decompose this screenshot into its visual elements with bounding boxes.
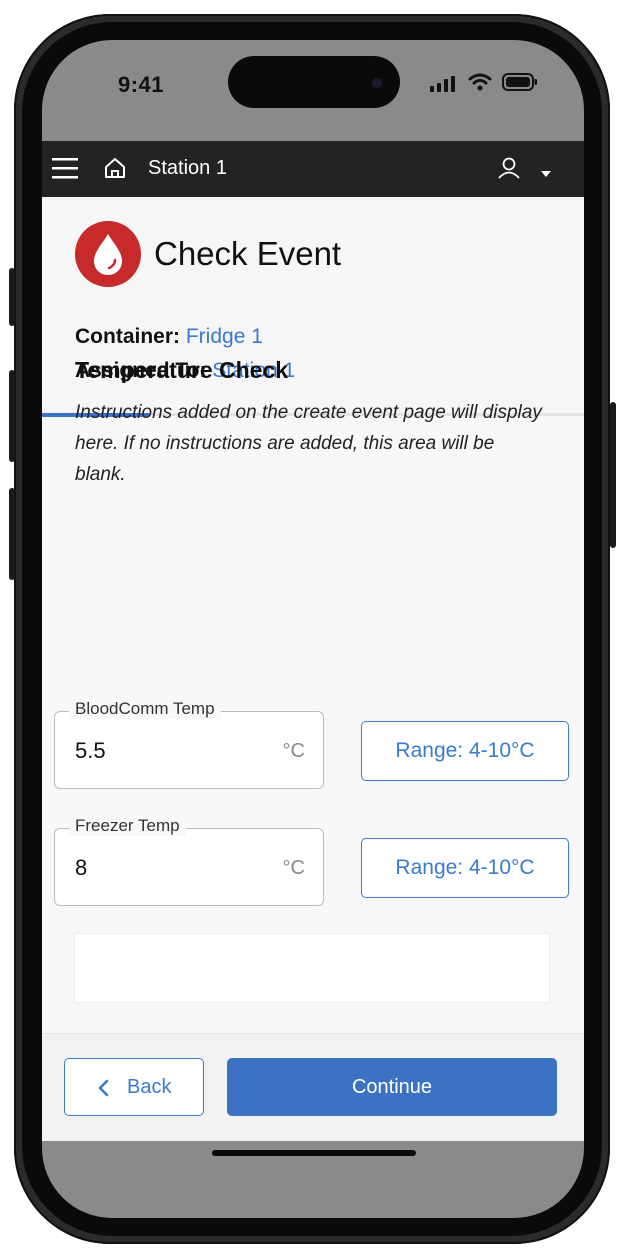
content-area: Check Event Container: Fridge 1 Assigned… [42, 197, 584, 1141]
field-label: Freezer Temp [69, 816, 186, 836]
section-title: Temperature Check [75, 357, 289, 383]
back-button[interactable]: Back [64, 1058, 204, 1116]
continue-button[interactable]: Continue [227, 1058, 557, 1116]
field-unit: °C [282, 857, 305, 879]
back-label: Back [127, 1076, 172, 1098]
container-link[interactable]: Fridge 1 [186, 325, 263, 348]
field-value[interactable]: 8 [75, 855, 87, 881]
caret-down-icon[interactable] [540, 165, 552, 183]
wifi-icon [468, 73, 492, 96]
camera-dot [372, 78, 382, 88]
volume-up-button [9, 370, 15, 462]
status-time: 9:41 [118, 72, 165, 97]
blank-instructions-area [74, 933, 550, 1003]
instructions-text: Instructions added on the create event p… [75, 402, 542, 485]
freezer-temp-field[interactable]: Freezer Temp 8 °C [54, 816, 324, 906]
footer-actions: Back Continue [42, 1033, 584, 1141]
container-row: Container: Fridge 1 [75, 325, 263, 349]
blood-drop-icon [75, 221, 141, 287]
bloodcomm-temp-field[interactable]: BloodComm Temp 5.5 °C [54, 699, 324, 789]
station-title: Station 1 [148, 157, 227, 179]
field-value[interactable]: 5.5 [75, 738, 106, 764]
home-icon[interactable] [104, 157, 126, 184]
user-icon[interactable] [498, 157, 520, 184]
mute-switch [9, 268, 15, 326]
volume-down-button [9, 488, 15, 580]
hamburger-menu-icon[interactable] [52, 157, 78, 184]
field-unit: °C [282, 740, 305, 762]
page-title: Check Event [154, 235, 342, 272]
range-button[interactable]: Range: 4-10°C [361, 721, 569, 781]
power-button [610, 402, 616, 548]
battery-icon [502, 73, 538, 96]
field-label: BloodComm Temp [69, 699, 221, 719]
range-button[interactable]: Range: 4-10°C [361, 838, 569, 898]
chevron-left-icon [97, 1079, 109, 1103]
signal-icon [430, 76, 456, 97]
container-label: Container: [75, 325, 180, 348]
home-indicator [212, 1150, 416, 1156]
app-bar: Station 1 [42, 141, 584, 197]
screen: 9:41 Station 1 Check Event Container: Fr… [42, 40, 584, 1218]
